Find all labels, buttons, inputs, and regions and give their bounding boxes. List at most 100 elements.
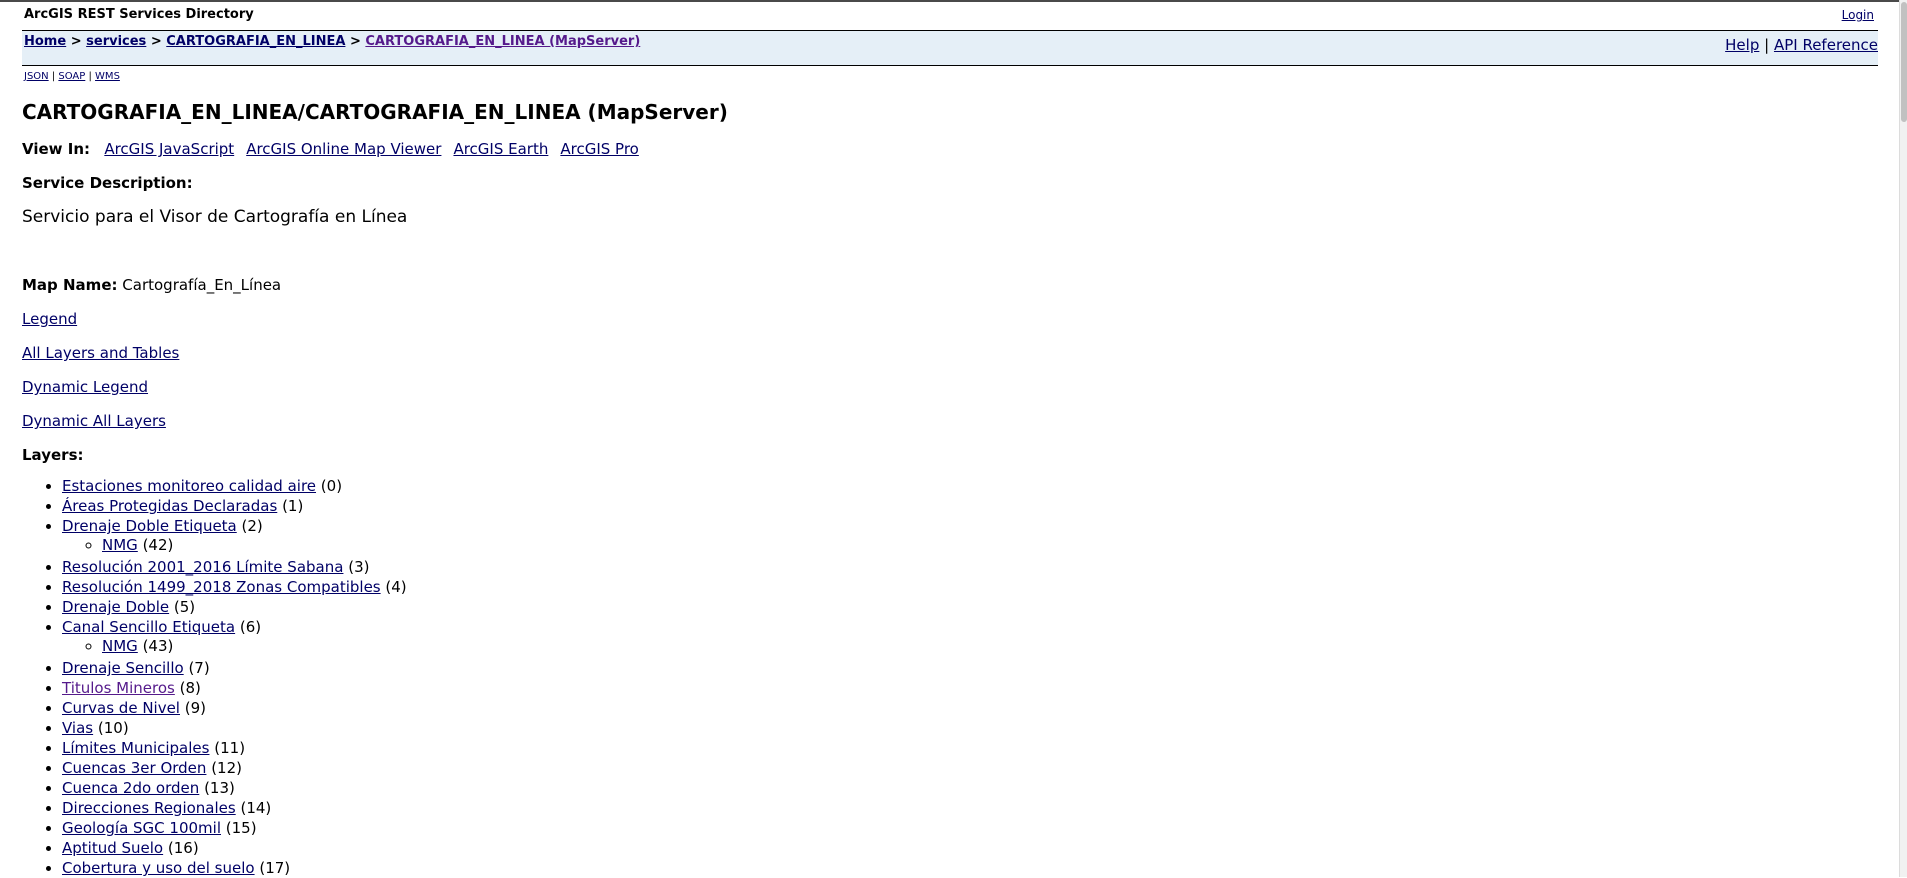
all-layers-and-tables-link[interactable]: All Layers and Tables	[22, 344, 179, 362]
breadcrumb-folder-link[interactable]: CARTOGRAFIA_EN_LINEA	[166, 34, 345, 49]
layer-id: (15)	[225, 819, 257, 837]
list-item: Áreas Protegidas Declaradas (1)	[62, 496, 407, 516]
layer-link[interactable]: Titulos Mineros	[62, 679, 175, 697]
header: ArcGIS REST Services Directory Login	[24, 7, 1874, 27]
layer-id: (43)	[142, 637, 174, 655]
wms-format-link[interactable]: WMS	[95, 71, 120, 82]
layer-id: (14)	[240, 799, 272, 817]
layer-link[interactable]: Curvas de Nivel	[62, 699, 180, 717]
list-item: Curvas de Nivel (9)	[62, 698, 407, 718]
format-separator: |	[48, 71, 59, 82]
list-item: Aptitud Suelo (16)	[62, 838, 407, 858]
list-item: Drenaje Doble (5)	[62, 597, 407, 617]
layer-id: (7)	[188, 659, 210, 677]
layer-id: (8)	[179, 679, 201, 697]
layer-link[interactable]: Cuenca 2do orden	[62, 779, 199, 797]
service-description-label: Service Description:	[22, 174, 193, 192]
view-in-arcgis-pro-link[interactable]: ArcGIS Pro	[560, 140, 638, 158]
layer-id: (5)	[173, 598, 196, 616]
layer-link[interactable]: Canal Sencillo Etiqueta	[62, 618, 235, 636]
breadcrumb: Home > services > CARTOGRAFIA_EN_LINEA >…	[24, 34, 640, 49]
dynamic-all-layers-link[interactable]: Dynamic All Layers	[22, 412, 166, 430]
breadcrumb-separator: >	[345, 34, 366, 49]
breadcrumb-services-link[interactable]: services	[86, 34, 146, 49]
view-in-arcgis-javascript-link[interactable]: ArcGIS JavaScript	[104, 140, 234, 158]
list-item: Límites Municipales (11)	[62, 738, 407, 758]
dynamic-legend-row: Dynamic Legend	[22, 378, 160, 396]
service-description-label-row: Service Description:	[22, 174, 193, 192]
list-item: NMG (42)	[102, 536, 407, 554]
layer-link[interactable]: Drenaje Doble	[62, 598, 169, 616]
breadcrumb-home-link[interactable]: Home	[24, 34, 66, 49]
list-item: Drenaje Doble Etiqueta (2) NMG (42)	[62, 516, 407, 554]
sublayer-link[interactable]: NMG	[102, 637, 138, 655]
map-name-row: Map Name: Cartografía_En_Línea	[22, 276, 281, 294]
layer-id: (13)	[204, 779, 235, 797]
list-item: Resolución 2001_2016 Límite Sabana (3)	[62, 557, 407, 577]
help-link[interactable]: Help	[1725, 36, 1759, 54]
view-in-label: View In:	[22, 140, 90, 158]
layer-id: (12)	[211, 759, 242, 777]
layer-link[interactable]: Geología SGC 100mil	[62, 819, 221, 837]
layer-link[interactable]: Vias	[62, 719, 93, 737]
list-item: Canal Sencillo Etiqueta (6) NMG (43)	[62, 617, 407, 655]
list-item: Cuenca 2do orden (13)	[62, 778, 407, 798]
breadcrumb-current-link[interactable]: CARTOGRAFIA_EN_LINEA (MapServer)	[365, 34, 640, 49]
format-separator: |	[85, 71, 96, 82]
layer-id: (1)	[282, 497, 304, 515]
map-name-label: Map Name:	[22, 276, 118, 294]
breadcrumb-separator: >	[66, 34, 87, 49]
layer-id: (11)	[214, 739, 246, 757]
list-item: Geología SGC 100mil (15)	[62, 818, 407, 838]
layer-link[interactable]: Aptitud Suelo	[62, 839, 163, 857]
view-in-row: View In: ArcGIS JavaScript ArcGIS Online …	[22, 140, 651, 158]
layer-id: (17)	[259, 859, 291, 877]
layer-id: (42)	[142, 536, 174, 554]
layer-link[interactable]: Límites Municipales	[62, 739, 209, 757]
layer-link[interactable]: Cuencas 3er Orden	[62, 759, 206, 777]
layer-link[interactable]: Direcciones Regionales	[62, 799, 236, 817]
view-in-arcgis-earth-link[interactable]: ArcGIS Earth	[453, 140, 548, 158]
all-layers-and-tables-row: All Layers and Tables	[22, 344, 191, 362]
layers-label-row: Layers:	[22, 446, 84, 464]
layers-label: Layers:	[22, 446, 84, 464]
layer-link[interactable]: Drenaje Doble Etiqueta	[62, 517, 237, 535]
view-in-arcgis-online-map-viewer-link[interactable]: ArcGIS Online Map Viewer	[246, 140, 441, 158]
page-title: CARTOGRAFIA_EN_LINEA/CARTOGRAFIA_EN_LINE…	[22, 100, 728, 124]
help-links: Help | API Reference	[1725, 36, 1878, 54]
vertical-scrollbar[interactable]	[1899, 0, 1907, 877]
format-links: JSON | SOAP | WMS	[24, 71, 120, 82]
layer-link[interactable]: Estaciones monitoreo calidad aire	[62, 477, 316, 495]
json-format-link[interactable]: JSON	[24, 71, 49, 82]
sublayers-list: NMG (42)	[62, 536, 407, 554]
sublayer-link[interactable]: NMG	[102, 536, 138, 554]
layer-link[interactable]: Cobertura y uso del suelo	[62, 859, 255, 877]
layer-link[interactable]: Resolución 1499_2018 Zonas Compatibles	[62, 578, 381, 596]
soap-format-link[interactable]: SOAP	[58, 71, 85, 82]
api-reference-link[interactable]: API Reference	[1774, 36, 1878, 54]
legend-link[interactable]: Legend	[22, 310, 77, 328]
layer-id: (9)	[184, 699, 207, 717]
list-item: Estaciones monitoreo calidad aire (0)	[62, 476, 407, 496]
navigation-bar: Home > services > CARTOGRAFIA_EN_LINEA >…	[22, 30, 1878, 66]
layer-id: (4)	[385, 578, 407, 596]
legend-row: Legend	[22, 310, 89, 328]
layer-id: (0)	[320, 477, 343, 495]
list-item: Drenaje Sencillo (7)	[62, 658, 407, 678]
list-item: Vias (10)	[62, 718, 407, 738]
layer-id: (16)	[167, 839, 199, 857]
login-link[interactable]: Login	[1842, 8, 1874, 22]
layers-list: Estaciones monitoreo calidad aire (0) Ár…	[22, 476, 407, 878]
list-item: Cuencas 3er Orden (12)	[62, 758, 407, 778]
list-item: Cobertura y uso del suelo (17)	[62, 858, 407, 878]
dynamic-legend-link[interactable]: Dynamic Legend	[22, 378, 148, 396]
breadcrumb-separator: >	[146, 34, 167, 49]
layer-link[interactable]: Drenaje Sencillo	[62, 659, 184, 677]
layer-link[interactable]: Áreas Protegidas Declaradas	[62, 497, 277, 515]
scrollbar-thumb[interactable]	[1901, 2, 1907, 122]
layer-link[interactable]: Resolución 2001_2016 Límite Sabana	[62, 558, 343, 576]
page: ArcGIS REST Services Directory Login Hom…	[0, 0, 1890, 877]
list-item: Direcciones Regionales (14)	[62, 798, 407, 818]
layer-id: (6)	[239, 618, 262, 636]
nav-separator: |	[1759, 36, 1774, 54]
